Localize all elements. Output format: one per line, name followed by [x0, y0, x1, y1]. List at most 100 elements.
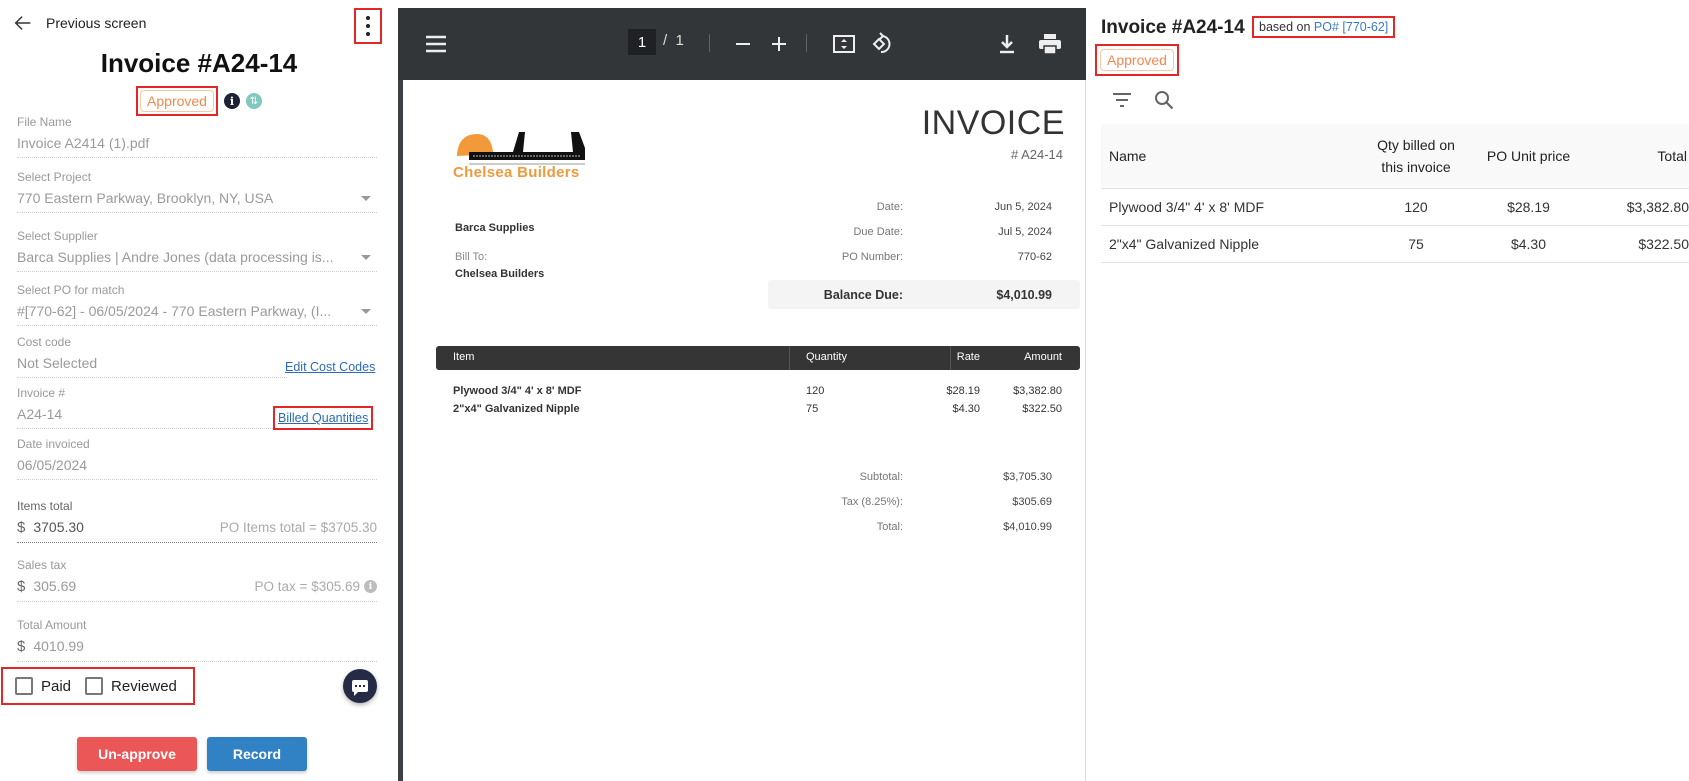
filter-icon[interactable] — [1112, 92, 1132, 113]
row-qty[interactable]: 120 — [1361, 188, 1471, 226]
po-number-label: PO Number: — [841, 251, 903, 263]
col-total[interactable]: Total — [1586, 124, 1689, 189]
supplier-label: Select Supplier — [17, 229, 98, 243]
fit-page-icon[interactable] — [832, 30, 856, 58]
project-label: Select Project — [17, 170, 92, 184]
col-po-unit-price[interactable]: PO Unit price — [1471, 124, 1586, 189]
zoom-out-icon[interactable] — [734, 30, 752, 58]
currency-symbol: $ — [17, 638, 26, 655]
invoice-number: # A24-14 — [1010, 147, 1063, 162]
dropdown-caret-icon — [361, 195, 371, 201]
search-icon[interactable] — [1154, 90, 1174, 115]
pdf-item-row: 2"x4" Galvanized Nipple 75 $4.30 $322.50 — [436, 398, 1080, 416]
date-invoiced-field[interactable]: Date invoiced 06/05/2024 — [17, 437, 377, 480]
checkbox-box[interactable] — [15, 677, 33, 695]
col-amount: Amount — [1024, 351, 1062, 363]
total-amount-label: Total Amount — [17, 618, 87, 632]
checkbox-box[interactable] — [85, 677, 104, 695]
row-total: $3,382.80 — [1586, 188, 1689, 226]
dropdown-caret-icon — [361, 254, 371, 260]
total-label: Total: — [876, 521, 903, 533]
previous-screen-label: Previous screen — [46, 15, 147, 31]
supplier-select[interactable]: Select Supplier Barca Supplies | Andre J… — [17, 229, 377, 272]
based-on-label: based on — [1259, 20, 1311, 34]
menu-icon[interactable] — [424, 30, 448, 58]
page-number-input[interactable]: 1 — [628, 29, 656, 55]
invoice-details-panel: Previous screen Invoice #A24-14 Approved… — [0, 0, 398, 781]
po-link[interactable]: PO# [770-62] — [1314, 20, 1388, 34]
based-on-po: based on PO# [770-62] — [1252, 16, 1396, 38]
page-separator: / — [663, 32, 668, 49]
paid-checkbox[interactable]: Paid — [15, 677, 71, 695]
balance-due-value: $4,010.99 — [996, 288, 1052, 302]
billed-quantities-link[interactable]: Billed Quantities — [278, 411, 368, 425]
po-items-total-hint: PO Items total = $3705.30 — [219, 520, 377, 535]
row-price: $4.30 — [1471, 225, 1586, 263]
col-name[interactable]: Name — [1101, 124, 1361, 189]
tax-value: $305.69 — [1012, 496, 1052, 508]
info-icon[interactable]: i — [223, 93, 240, 109]
status-checkboxes: Paid Reviewed — [1, 667, 195, 705]
po-value: #[770-62] - 06/05/2024 - 770 Eastern Par… — [17, 303, 332, 319]
arrow-left-icon — [14, 16, 31, 30]
po-label: Select PO for match — [17, 283, 125, 297]
sync-icon[interactable]: ⇅ — [245, 93, 262, 109]
items-total-label: Items total — [17, 499, 73, 513]
record-button[interactable]: Record — [207, 737, 307, 771]
invoice-number-field[interactable]: Invoice # A24-14 — [17, 386, 287, 429]
more-options-button[interactable] — [354, 8, 382, 44]
download-icon[interactable] — [996, 30, 1018, 58]
item-rate: $4.30 — [952, 403, 980, 415]
supplier-name: Barca Supplies — [455, 222, 535, 234]
reviewed-checkbox[interactable]: Reviewed — [85, 677, 177, 695]
sales-tax-label: Sales tax — [17, 558, 67, 572]
supplier-value: Barca Supplies | Andre Jones (data proce… — [17, 249, 334, 265]
bill-to-label: Bill To: — [455, 251, 488, 263]
status-badge: Approved — [1100, 49, 1174, 71]
col-item: Item — [453, 351, 475, 363]
pdf-item-row: Plywood 3/4" 4' x 8' MDF 120 $28.19 $3,3… — [436, 380, 1080, 398]
table-row[interactable]: Plywood 3/4" 4' x 8' MDF 120 $28.19 $3,3… — [1101, 188, 1689, 226]
status-badge: Approved — [140, 90, 214, 112]
pdf-toolbar: 1 / 1 — [398, 8, 1086, 80]
company-logo-text: Chelsea Builders — [453, 164, 580, 181]
dropdown-caret-icon — [361, 308, 371, 314]
file-name-label: File Name — [17, 115, 72, 129]
chat-bubble-icon — [352, 680, 368, 696]
project-select[interactable]: Select Project 770 Eastern Parkway, Broo… — [17, 170, 377, 213]
print-icon[interactable] — [1038, 30, 1062, 58]
date-invoiced-value: 06/05/2024 — [17, 457, 88, 473]
table-row[interactable]: 2"x4" Galvanized Nipple 75 $4.30 $322.50 — [1101, 225, 1689, 263]
billed-quantities-table: Name Qty billed on this invoice PO Unit p… — [1101, 124, 1689, 263]
sales-tax-field[interactable]: Sales tax $305.69 PO tax = $305.69 i — [17, 558, 377, 602]
file-name-value: Invoice A2414 (1).pdf — [17, 135, 150, 151]
pdf-page: Chelsea Builders INVOICE # A24-14 Barca … — [403, 80, 1086, 781]
zoom-in-icon[interactable] — [770, 30, 788, 58]
cost-code-field: Cost code Not Selected — [17, 335, 287, 378]
currency-symbol: $ — [17, 578, 26, 595]
subtotal-label: Subtotal: — [859, 471, 903, 483]
paid-label: Paid — [41, 677, 72, 695]
table-header-row: Name Qty billed on this invoice PO Unit p… — [1101, 124, 1689, 189]
currency-symbol: $ — [17, 519, 26, 536]
row-qty[interactable]: 75 — [1361, 225, 1471, 263]
previous-screen-link[interactable]: Previous screen — [12, 12, 146, 34]
due-date-label: Due Date: — [853, 226, 903, 238]
info-icon[interactable]: i — [364, 580, 377, 593]
po-number-value: 770-62 — [1017, 251, 1052, 263]
items-total-field[interactable]: Items total $3705.30 PO Items total = $37… — [17, 499, 377, 543]
unapprove-button[interactable]: Un-approve — [77, 737, 197, 771]
chat-button[interactable] — [343, 669, 377, 703]
items-table-header: Item Quantity Rate Amount — [436, 346, 1080, 370]
rotate-icon[interactable] — [870, 30, 894, 58]
total-amount-field[interactable]: Total Amount $4010.99 — [17, 618, 377, 662]
col-qty-billed[interactable]: Qty billed on this invoice — [1361, 124, 1471, 189]
edit-cost-codes-link[interactable]: Edit Cost Codes — [285, 360, 375, 374]
po-tax-hint: PO tax = $305.69 — [254, 579, 360, 594]
date-invoiced-label: Date invoiced — [17, 437, 90, 451]
cost-code-value: Not Selected — [17, 355, 98, 371]
file-name-field: File Name Invoice A2414 (1).pdf — [17, 115, 377, 158]
subtotal-value: $3,705.30 — [1003, 471, 1052, 483]
po-select[interactable]: Select PO for match #[770-62] - 06/05/20… — [17, 283, 377, 326]
tax-label: Tax (8.25%): — [841, 496, 903, 508]
